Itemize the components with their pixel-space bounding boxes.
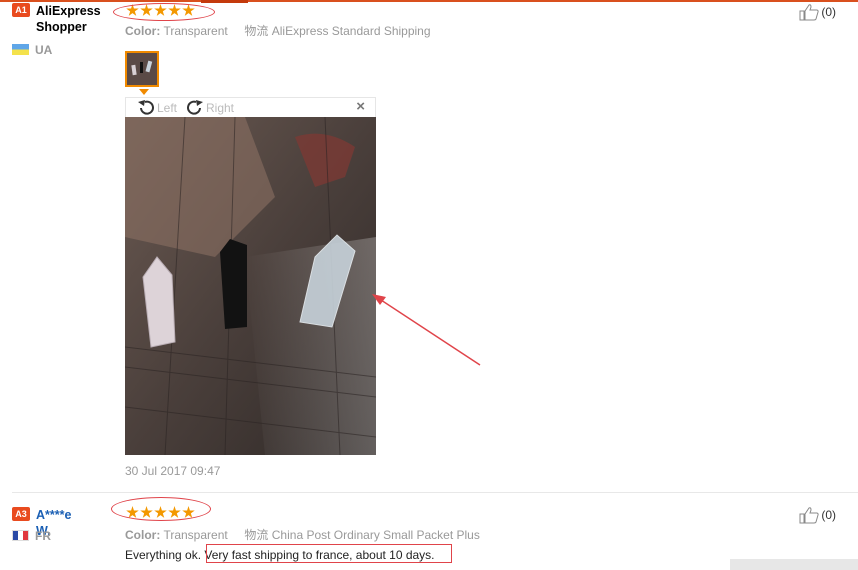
helpful-button[interactable]: (0) [799, 3, 836, 21]
review-date: 30 Jul 2017 09:47 [125, 464, 221, 478]
thumbnail-caret [139, 89, 149, 95]
thumbs-up-icon [799, 507, 819, 524]
helpful-count: (0) [821, 508, 836, 522]
shipping-label: 物流 [244, 24, 269, 38]
rotate-left-icon [138, 100, 154, 115]
rotate-right-button[interactable]: Right [185, 99, 234, 116]
order-attributes: Color: Transparent 物流 AliExpress Standar… [125, 22, 431, 39]
shipping-value: AliExpress Standard Shipping [271, 24, 431, 38]
ua-flag-icon [12, 44, 29, 55]
shipping-value: China Post Ordinary Small Packet Plus [271, 528, 480, 542]
color-value: Transparent [163, 24, 228, 38]
thumbnail-image [127, 53, 157, 85]
helpful-count: (0) [821, 5, 836, 19]
review-text-plain: Everything ok. [125, 548, 205, 562]
bottom-right-panel [730, 559, 858, 570]
rotate-left-label: Left [157, 100, 178, 115]
order-attributes: Color: Transparent 物流 China Post Ordinar… [125, 526, 480, 543]
color-label: Color: [125, 24, 161, 38]
rotate-right-icon [187, 100, 203, 115]
photo-viewer: Left Right × [125, 97, 376, 455]
annotation-ellipse [111, 497, 211, 521]
review-photo-thumbnail[interactable] [125, 51, 159, 87]
rotate-left-button[interactable]: Left [136, 99, 177, 116]
photo-viewer-toolbar: Left Right × [125, 97, 376, 117]
review-1: A1 AliExpress Shopper UA Color: Transpar… [0, 0, 858, 492]
crystal-photo-image [125, 117, 376, 455]
annotation-highlight-box [206, 544, 452, 563]
buyer-level-badge: A1 [12, 3, 30, 17]
close-viewer-button[interactable]: × [356, 99, 365, 115]
rotate-right-label: Right [206, 100, 235, 115]
country-code: UA [35, 43, 53, 57]
reviewer-name[interactable]: AliExpress Shopper [36, 3, 101, 35]
buyer-level-badge: A3 [12, 507, 30, 521]
thumbs-up-icon [799, 4, 819, 21]
fr-flag-icon [12, 530, 29, 541]
reviewer-country: UA [12, 43, 52, 57]
annotation-ellipse [113, 3, 215, 21]
helpful-button[interactable]: (0) [799, 506, 836, 524]
review-photo [125, 117, 376, 455]
color-label: Color: [125, 528, 161, 542]
shipping-label: 物流 [244, 528, 269, 542]
country-code: FR [35, 529, 51, 543]
reviewer-country: FR [12, 529, 51, 543]
color-value: Transparent [163, 528, 228, 542]
